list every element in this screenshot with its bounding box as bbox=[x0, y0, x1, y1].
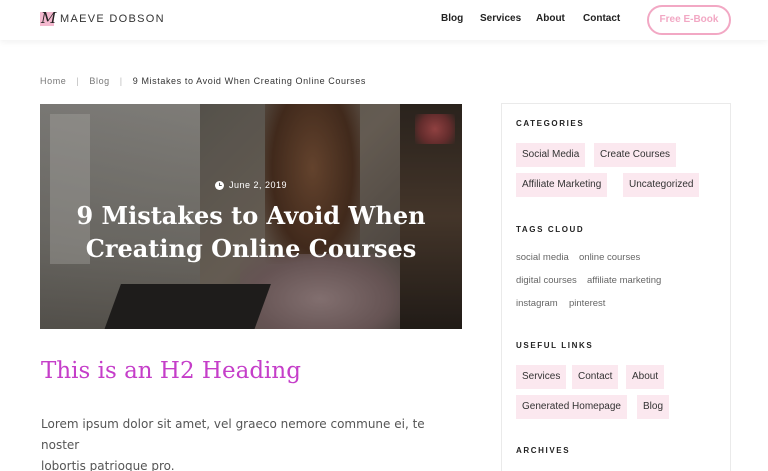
tag-social-media[interactable]: social media bbox=[516, 252, 569, 263]
site-logo[interactable]: M MAEVE DOBSON bbox=[40, 9, 165, 27]
link-blog[interactable]: Blog bbox=[637, 395, 670, 419]
breadcrumb: Home | Blog | 9 Mistakes to Avoid When C… bbox=[40, 76, 366, 86]
hero-image: June 2, 2019 9 Mistakes to Avoid When Cre… bbox=[40, 104, 462, 329]
logo-mark-icon: M bbox=[40, 9, 57, 27]
post-title: 9 Mistakes to Avoid When Creating Online … bbox=[76, 201, 426, 263]
content-heading: This is an H2 Heading bbox=[41, 358, 301, 384]
archives-title: ARCHIVES bbox=[516, 446, 571, 455]
tag-digital-courses[interactable]: digital courses bbox=[516, 275, 577, 286]
nav-services[interactable]: Services bbox=[480, 13, 521, 24]
breadcrumb-separator: | bbox=[119, 76, 123, 86]
category-uncategorized[interactable]: Uncategorized bbox=[623, 173, 700, 197]
nav-blog[interactable]: Blog bbox=[441, 13, 463, 24]
breadcrumb-current: 9 Mistakes to Avoid When Creating Online… bbox=[132, 76, 366, 86]
post-date-text: June 2, 2019 bbox=[228, 180, 288, 190]
category-create-courses[interactable]: Create Courses bbox=[594, 143, 677, 167]
breadcrumb-separator: | bbox=[76, 76, 80, 86]
post-date: June 2, 2019 bbox=[40, 180, 462, 190]
tag-online-courses[interactable]: online courses bbox=[579, 252, 640, 263]
category-social-media[interactable]: Social Media bbox=[516, 143, 586, 167]
link-contact[interactable]: Contact bbox=[572, 365, 619, 389]
site-header: M MAEVE DOBSON Blog Services About Conta… bbox=[0, 0, 768, 40]
breadcrumb-blog[interactable]: Blog bbox=[89, 76, 109, 86]
logo-text: MAEVE DOBSON bbox=[60, 13, 165, 25]
clock-icon bbox=[214, 180, 224, 190]
breadcrumb-home[interactable]: Home bbox=[40, 76, 66, 86]
tag-affiliate-marketing[interactable]: affiliate marketing bbox=[587, 275, 661, 286]
tag-instagram[interactable]: instagram bbox=[516, 298, 558, 309]
tag-pinterest[interactable]: pinterest bbox=[569, 298, 605, 309]
useful-links-title: USEFUL LINKS bbox=[516, 341, 594, 350]
content-paragraph: Lorem ipsum dolor sit amet, vel graeco n… bbox=[41, 417, 425, 471]
link-about[interactable]: About bbox=[626, 365, 665, 389]
sidebar: CATEGORIES Social Media Create Courses A… bbox=[501, 103, 731, 471]
categories-title: CATEGORIES bbox=[516, 119, 585, 128]
nav-about[interactable]: About bbox=[536, 13, 565, 24]
nav-contact[interactable]: Contact bbox=[583, 13, 620, 24]
link-services[interactable]: Services bbox=[516, 365, 567, 389]
free-ebook-button[interactable]: Free E-Book bbox=[647, 5, 731, 35]
category-affiliate-marketing[interactable]: Affiliate Marketing bbox=[516, 173, 608, 197]
link-generated-homepage[interactable]: Generated Homepage bbox=[516, 395, 627, 419]
tags-title: TAGS CLOUD bbox=[516, 225, 585, 234]
